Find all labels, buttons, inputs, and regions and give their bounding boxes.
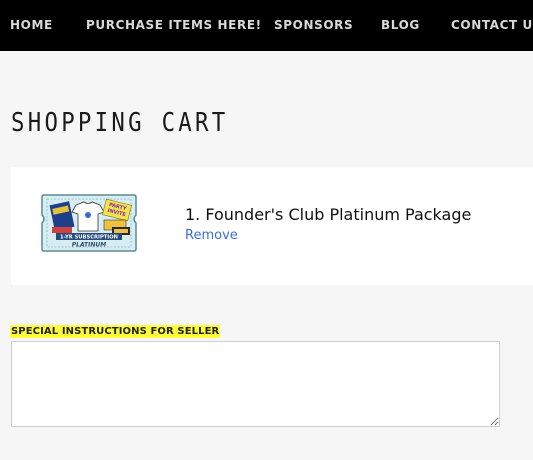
product-thumbnail[interactable]: PARTY INVITE 1-YR SUBSCRIPTION PLATINUM [40, 193, 138, 253]
thumb-tier-text: PLATINUM [72, 242, 107, 249]
product-name[interactable]: 1. Founder's Club Platinum Package [185, 205, 471, 224]
nav-contact-us[interactable]: CONTACT US [451, 18, 533, 32]
nav-blog[interactable]: BLOG [381, 18, 420, 32]
remove-link[interactable]: Remove [185, 228, 238, 243]
nav-sponsors[interactable]: SPONSORS [274, 18, 353, 32]
special-instructions-label: SPECIAL INSTRUCTIONS FOR SELLER [10, 325, 221, 338]
page-title: SHOPPING CART [11, 108, 229, 138]
cart-item: PARTY INVITE 1-YR SUBSCRIPTION PLATINUM … [11, 167, 533, 285]
top-navigation: HOME PURCHASE ITEMS HERE! SPONSORS BLOG … [0, 0, 533, 51]
nav-home[interactable]: HOME [10, 18, 53, 32]
special-instructions-field[interactable] [11, 341, 500, 427]
thumb-banner-text: 1-YR SUBSCRIPTION [60, 235, 118, 241]
nav-purchase-items[interactable]: PURCHASE ITEMS HERE! [86, 18, 262, 32]
